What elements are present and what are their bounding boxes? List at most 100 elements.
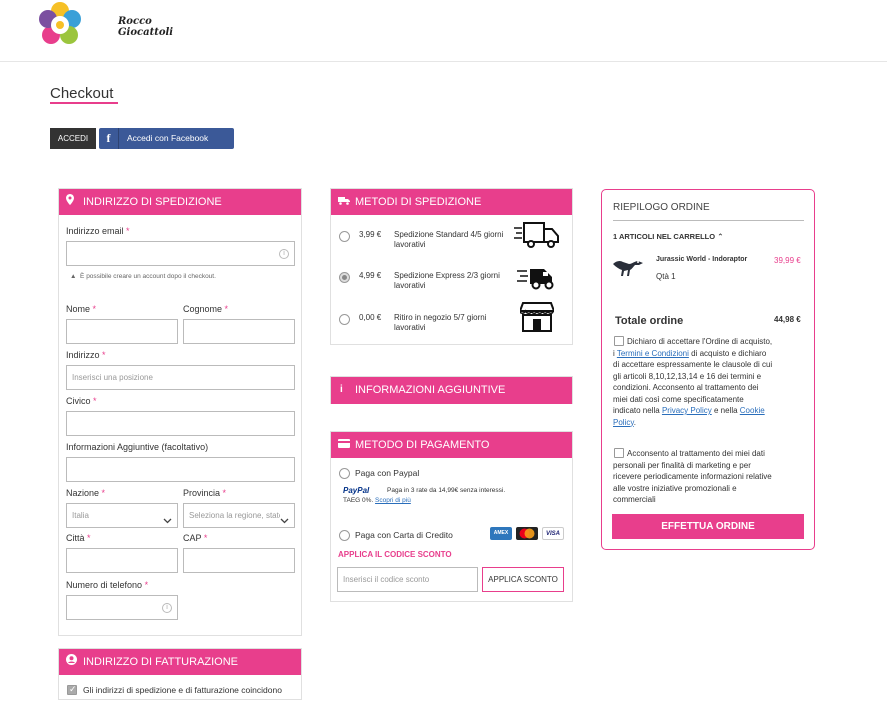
location-pin-icon (66, 189, 74, 215)
logo[interactable]: Rocco Giocattoli (38, 2, 173, 48)
payment-method-panel: METODO DI PAGAMENTO Paga con Paypal PayP… (330, 431, 573, 602)
credit-card-icon (338, 432, 350, 458)
required-mark: * (92, 304, 97, 314)
nazione-label-text: Nazione (66, 488, 100, 498)
additional-info-panel[interactable]: i INFORMAZIONI AGGIUNTIVE (330, 376, 573, 404)
provincia-label-text: Provincia (183, 488, 221, 498)
paypal-label: Paga con Paypal (355, 468, 420, 478)
cap-label-text: CAP (183, 533, 202, 543)
info-aggiuntive-label: Informazioni Aggiuntive (facoltativo) (66, 442, 209, 452)
logo-text: Rocco Giocattoli (118, 16, 173, 38)
required-mark: * (203, 533, 208, 543)
nazione-select[interactable]: Italia (66, 503, 178, 528)
chevron-down-icon (280, 510, 289, 527)
facebook-login-button[interactable]: f Accedi con Facebook (99, 128, 234, 149)
facebook-icon: f (99, 128, 119, 149)
provincia-select[interactable]: Seleziona la regione, stato (183, 503, 295, 528)
mastercard-icon (516, 527, 538, 540)
shipping-methods-title: METODI DI SPEDIZIONE (355, 196, 482, 208)
paypal-learn-more-link[interactable]: Scopri di più (375, 497, 411, 504)
indirizzo-label: Indirizzo * (66, 350, 106, 360)
truck-header-icon (338, 189, 350, 215)
email-label: Indirizzo email * (66, 226, 130, 236)
shipping-address-header: INDIRIZZO DI SPEDIZIONE (59, 189, 301, 215)
cognome-label-text: Cognome (183, 304, 223, 314)
indirizzo-label-text: Indirizzo (66, 350, 100, 360)
shipping-option-radio[interactable] (339, 231, 350, 242)
email-field[interactable]: i (66, 241, 295, 266)
chevron-down-icon (163, 510, 172, 527)
required-mark: * (101, 488, 106, 498)
shipping-address-title: INDIRIZZO DI SPEDIZIONE (83, 196, 222, 208)
additional-info-header[interactable]: i INFORMAZIONI AGGIUNTIVE (331, 377, 572, 404)
nazione-label: Nazione * (66, 488, 105, 498)
cap-field[interactable] (183, 548, 295, 573)
shipping-option-radio[interactable] (339, 272, 350, 283)
card-radio[interactable] (339, 530, 350, 541)
title-underline (50, 102, 118, 104)
required-mark: * (144, 580, 149, 590)
required-mark: * (102, 350, 106, 360)
item-name: Jurassic World - Indoraptor (656, 256, 748, 263)
discount-code-input[interactable]: Inserisci il codice sconto (337, 567, 478, 592)
same-address-label: Gli indirizzi di spedizione e di fattura… (83, 685, 282, 695)
logo-line1: Rocco (118, 16, 152, 27)
indirizzo-field[interactable]: Inserisci una posizione (66, 365, 295, 390)
shipping-option-name: Spedizione Standard 4/5 giorni lavorativ… (394, 230, 504, 249)
same-address-checkbox[interactable] (67, 684, 77, 695)
payment-method-title: METODO DI PAGAMENTO (355, 439, 490, 451)
payment-method-header: METODO DI PAGAMENTO (331, 432, 572, 458)
fast-truck-icon (517, 263, 557, 293)
info-icon: i (279, 249, 289, 259)
shipping-methods-panel: METODI DI SPEDIZIONE 3,99 € Spedizione S… (330, 188, 573, 345)
provincia-value: Seleziona la regione, stato (189, 511, 284, 520)
billing-address-header: INDIRIZZO DI FATTURAZIONE (59, 649, 301, 675)
user-circle-icon (66, 649, 77, 675)
total-value: 44,98 € (774, 315, 801, 324)
chevron-up-icon: ⌃ (717, 232, 724, 241)
cognome-label: Cognome * (183, 304, 228, 314)
additional-info-title: INFORMAZIONI AGGIUNTIVE (355, 384, 506, 396)
terms-and: e nella (713, 406, 738, 415)
product-image (611, 254, 645, 282)
place-order-button[interactable]: EFFETTUA ORDINE (612, 514, 804, 539)
cart-count-toggle[interactable]: 1 ARTICOLI NEL CARRELLO ⌃ (613, 232, 723, 241)
shipping-option-radio[interactable] (339, 314, 350, 325)
shipping-option-name: Spedizione Express 2/3 giorni lavorativi (394, 271, 500, 290)
terms-text: Dichiaro di accettare l'Ordine di acquis… (613, 336, 773, 428)
required-mark: * (93, 396, 97, 406)
visa-icon: VISA (542, 527, 564, 540)
civico-field[interactable] (66, 411, 295, 436)
cart-count: 1 ARTICOLI NEL CARRELLO (613, 232, 716, 241)
flower-logo-icon (39, 2, 81, 44)
privacy-policy-link[interactable]: Privacy Policy (662, 406, 712, 415)
info-aggiuntive-field[interactable] (66, 457, 295, 482)
civico-label-text: Civico (66, 396, 91, 406)
shipping-methods-header: METODI DI SPEDIZIONE (331, 189, 572, 215)
required-mark: * (224, 304, 229, 314)
nome-label: Nome * (66, 304, 96, 314)
citta-field[interactable] (66, 548, 178, 573)
amex-icon: AMEX (490, 527, 512, 540)
terms-link[interactable]: Termini e Condizioni (617, 349, 689, 358)
login-button[interactable]: ACCEDI (50, 128, 96, 149)
telefono-field[interactable]: i (66, 595, 178, 620)
site-header: Rocco Giocattoli (0, 0, 887, 62)
cognome-field[interactable] (183, 319, 295, 344)
billing-address-title: INDIRIZZO DI FATTURAZIONE (83, 656, 239, 668)
paypal-taeg: TAEG 0%. (343, 497, 374, 504)
paypal-radio[interactable] (339, 468, 350, 479)
nome-label-text: Nome (66, 304, 91, 314)
info-icon: i (340, 384, 343, 395)
summary-title: RIEPILOGO ORDINE (613, 202, 710, 213)
item-price: 39,99 € (774, 256, 801, 265)
cap-label: CAP * (183, 533, 207, 543)
shipping-option-price: 3,99 € (359, 230, 382, 239)
apply-discount-button[interactable]: APPLICA SCONTO (482, 567, 564, 592)
telefono-label-text: Numero di telefono (66, 580, 143, 590)
total-label: Totale ordine (615, 315, 684, 327)
item-qty: Qtà 1 (656, 272, 676, 281)
email-label-text: Indirizzo email (66, 226, 124, 236)
nome-field[interactable] (66, 319, 178, 344)
civico-label: Civico * (66, 396, 97, 406)
